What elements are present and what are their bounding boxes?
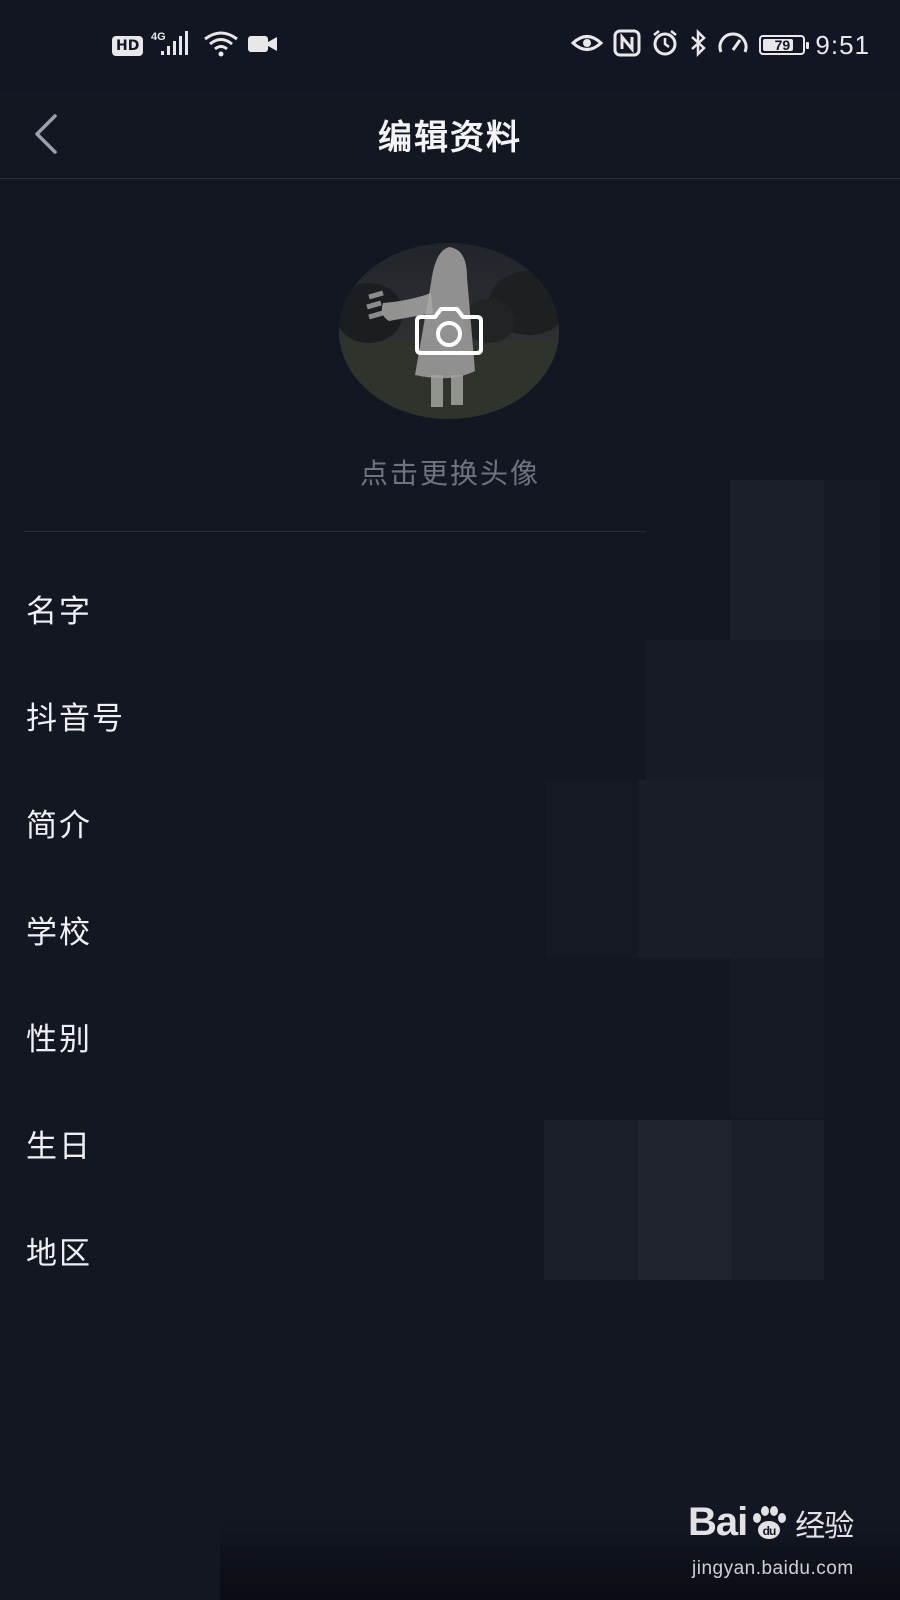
field-label: 学校 bbox=[26, 915, 92, 951]
hd-icon: HD bbox=[112, 36, 144, 56]
signal-4g-icon: 4G bbox=[151, 29, 195, 63]
paw-icon: du bbox=[753, 1505, 787, 1539]
watermark-brand: Bai bbox=[688, 1500, 748, 1544]
field-label: 性别 bbox=[26, 1022, 92, 1058]
field-row-school[interactable]: 学校 bbox=[0, 883, 900, 973]
field-row-name[interactable]: 名字 bbox=[0, 562, 900, 652]
field-label: 生日 bbox=[26, 1129, 92, 1165]
field-row-region[interactable]: 地区 bbox=[0, 1204, 900, 1294]
field-row-birthday[interactable]: 生日 bbox=[0, 1097, 900, 1187]
bluetooth-icon bbox=[689, 28, 707, 61]
field-label: 地区 bbox=[26, 1236, 92, 1272]
watermark: Bai du 经验 jingyan.baidu.com bbox=[688, 1500, 888, 1586]
status-bar-left: HD 4G bbox=[112, 30, 279, 62]
field-row-douyin-id[interactable]: 抖音号 bbox=[0, 669, 900, 759]
header: 编辑资料 bbox=[0, 92, 900, 179]
svg-text:du: du bbox=[763, 1524, 776, 1538]
avatar[interactable] bbox=[339, 243, 559, 419]
speedometer-icon bbox=[717, 30, 749, 60]
battery-cap bbox=[806, 42, 810, 49]
nfc-icon bbox=[613, 29, 641, 61]
field-row-gender[interactable]: 性别 bbox=[0, 990, 900, 1080]
camera-icon bbox=[415, 307, 483, 355]
network-label: 4G bbox=[151, 31, 166, 43]
status-bar: HD 4G 79 9:51 bbox=[0, 0, 900, 92]
battery-icon: 79 bbox=[759, 35, 810, 55]
wifi-icon bbox=[203, 30, 239, 62]
field-label: 抖音号 bbox=[26, 701, 125, 737]
page-title: 编辑资料 bbox=[378, 118, 522, 158]
watermark-url: jingyan.baidu.com bbox=[692, 1558, 854, 1579]
field-row-bio[interactable]: 简介 bbox=[0, 776, 900, 866]
status-time: 9:51 bbox=[815, 29, 870, 60]
watermark-logo: Bai du 经验 bbox=[688, 1500, 854, 1545]
alarm-icon bbox=[651, 29, 679, 61]
status-bar-right: 79 9:51 bbox=[571, 28, 870, 62]
watermark-brand-tail: 经验 bbox=[795, 1508, 854, 1544]
video-camera-icon bbox=[247, 33, 279, 59]
battery-level: 79 bbox=[774, 37, 791, 53]
field-label: 简介 bbox=[26, 808, 92, 844]
eye-icon bbox=[571, 32, 604, 58]
divider bbox=[24, 531, 646, 532]
field-label: 名字 bbox=[26, 594, 92, 630]
